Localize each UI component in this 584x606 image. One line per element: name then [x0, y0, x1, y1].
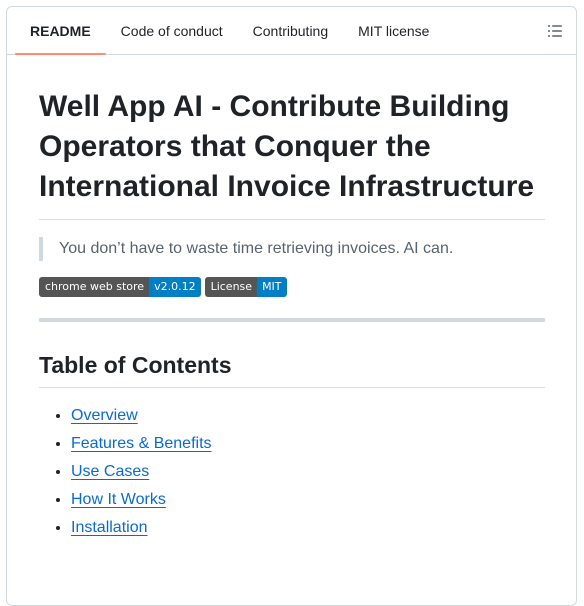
list-item: Features & Benefits — [71, 432, 545, 456]
readme-tab-bar: README Code of conduct Contributing MIT … — [7, 7, 576, 55]
horizontal-rule — [39, 318, 545, 322]
badge-label: License — [204, 277, 258, 297]
list-item: Use Cases — [71, 460, 545, 484]
toc-link-features-benefits[interactable]: Features & Benefits — [71, 435, 212, 452]
readme-blockquote: You don’t have to waste time retrieving … — [39, 237, 545, 261]
tab-mit-license[interactable]: MIT license — [343, 7, 444, 54]
toc-list: Overview Features & Benefits Use Cases H… — [39, 404, 545, 540]
badge-value: MIT — [257, 277, 287, 297]
list-unordered-icon — [548, 25, 562, 37]
list-item: Installation — [71, 516, 545, 540]
toc-link-installation[interactable]: Installation — [71, 519, 148, 536]
badge-value: v2.0.12 — [149, 277, 201, 297]
readme-title: Well App AI - Contribute Building Operat… — [39, 87, 545, 220]
chrome-web-store-badge[interactable]: chrome web store v2.0.12 — [39, 277, 201, 297]
list-item: How It Works — [71, 488, 545, 512]
toc-heading: Table of Contents — [39, 350, 545, 388]
list-item: Overview — [71, 404, 545, 428]
tab-contributing[interactable]: Contributing — [238, 7, 344, 54]
license-badge[interactable]: License MIT — [204, 277, 287, 297]
readme-content: Well App AI - Contribute Building Operat… — [7, 55, 576, 540]
toc-link-use-cases[interactable]: Use Cases — [71, 463, 149, 480]
tab-code-of-conduct[interactable]: Code of conduct — [106, 7, 238, 54]
readme-panel: README Code of conduct Contributing MIT … — [6, 6, 577, 606]
outline-toggle-button[interactable] — [544, 20, 566, 42]
toc-link-how-it-works[interactable]: How It Works — [71, 491, 166, 508]
toc-link-overview[interactable]: Overview — [71, 407, 138, 424]
badge-label: chrome web store — [39, 277, 150, 297]
badge-row: chrome web store v2.0.12 License MIT — [39, 277, 545, 297]
tab-readme[interactable]: README — [15, 7, 106, 55]
